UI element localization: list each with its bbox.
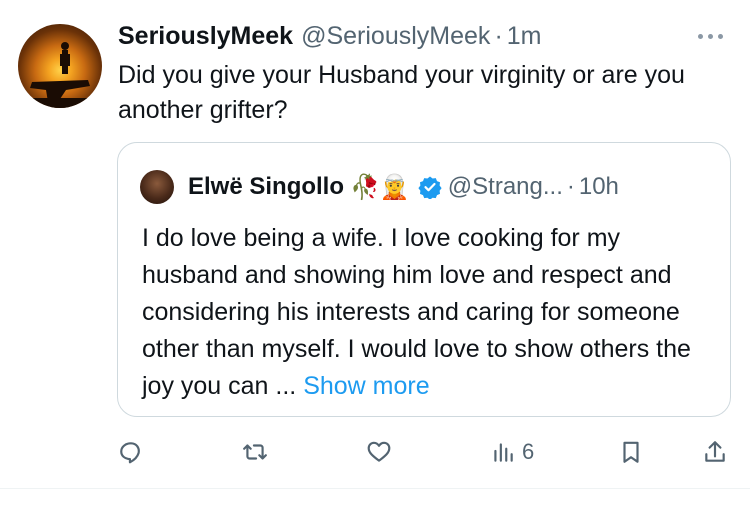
views-icon [494, 443, 513, 462]
views-count: 6 [522, 439, 535, 464]
share-icon [705, 441, 725, 462]
bookmark-button[interactable] [618, 432, 644, 472]
user-handle[interactable]: @SeriouslyMeek [301, 22, 490, 51]
share-button[interactable] [702, 432, 728, 472]
quoted-handle: @Strang... [447, 173, 563, 200]
quoted-name-emoji: 🥀🧝 [350, 173, 410, 201]
timestamp[interactable]: 1m [507, 22, 542, 51]
quoted-timestamp: 10h [578, 173, 619, 200]
reply-button[interactable] [118, 432, 144, 472]
quoted-avatar [140, 170, 174, 204]
tweet[interactable]: SeriouslyMeek @SeriouslyMeek · 1m Did yo… [0, 0, 750, 488]
verified-badge-icon [418, 176, 442, 199]
like-icon [367, 441, 391, 462]
more-icon[interactable] [694, 26, 728, 46]
quoted-header: Elwë Singollo 🥀🧝 @Strang... · 10h [188, 169, 619, 205]
avatar-silhouette [18, 42, 102, 108]
tweet-text: Did you give your Husband your virginity… [118, 61, 685, 124]
display-name[interactable]: SeriouslyMeek [118, 22, 293, 51]
separator-dot: · [494, 22, 503, 50]
show-more-link[interactable]: Show more [303, 372, 429, 400]
quoted-tweet[interactable]: Elwë Singollo 🥀🧝 @Strang... · 10h I do l… [117, 142, 731, 417]
quoted-separator: · [566, 173, 575, 200]
reply-icon [120, 442, 140, 464]
retweet-button[interactable] [242, 432, 268, 472]
views-button[interactable]: 6 [490, 432, 534, 472]
avatar[interactable] [18, 24, 102, 108]
tweet-divider [0, 488, 750, 489]
quoted-display-name: Elwë Singollo [188, 173, 345, 200]
quoted-text: I do love being a wife. I love cooking f… [142, 220, 712, 405]
tweet-header: SeriouslyMeek @SeriouslyMeek · 1m [118, 22, 542, 54]
like-button[interactable] [366, 432, 392, 472]
bookmark-icon [623, 441, 639, 463]
retweet-icon [243, 444, 267, 460]
action-bar: 6 [118, 432, 730, 472]
